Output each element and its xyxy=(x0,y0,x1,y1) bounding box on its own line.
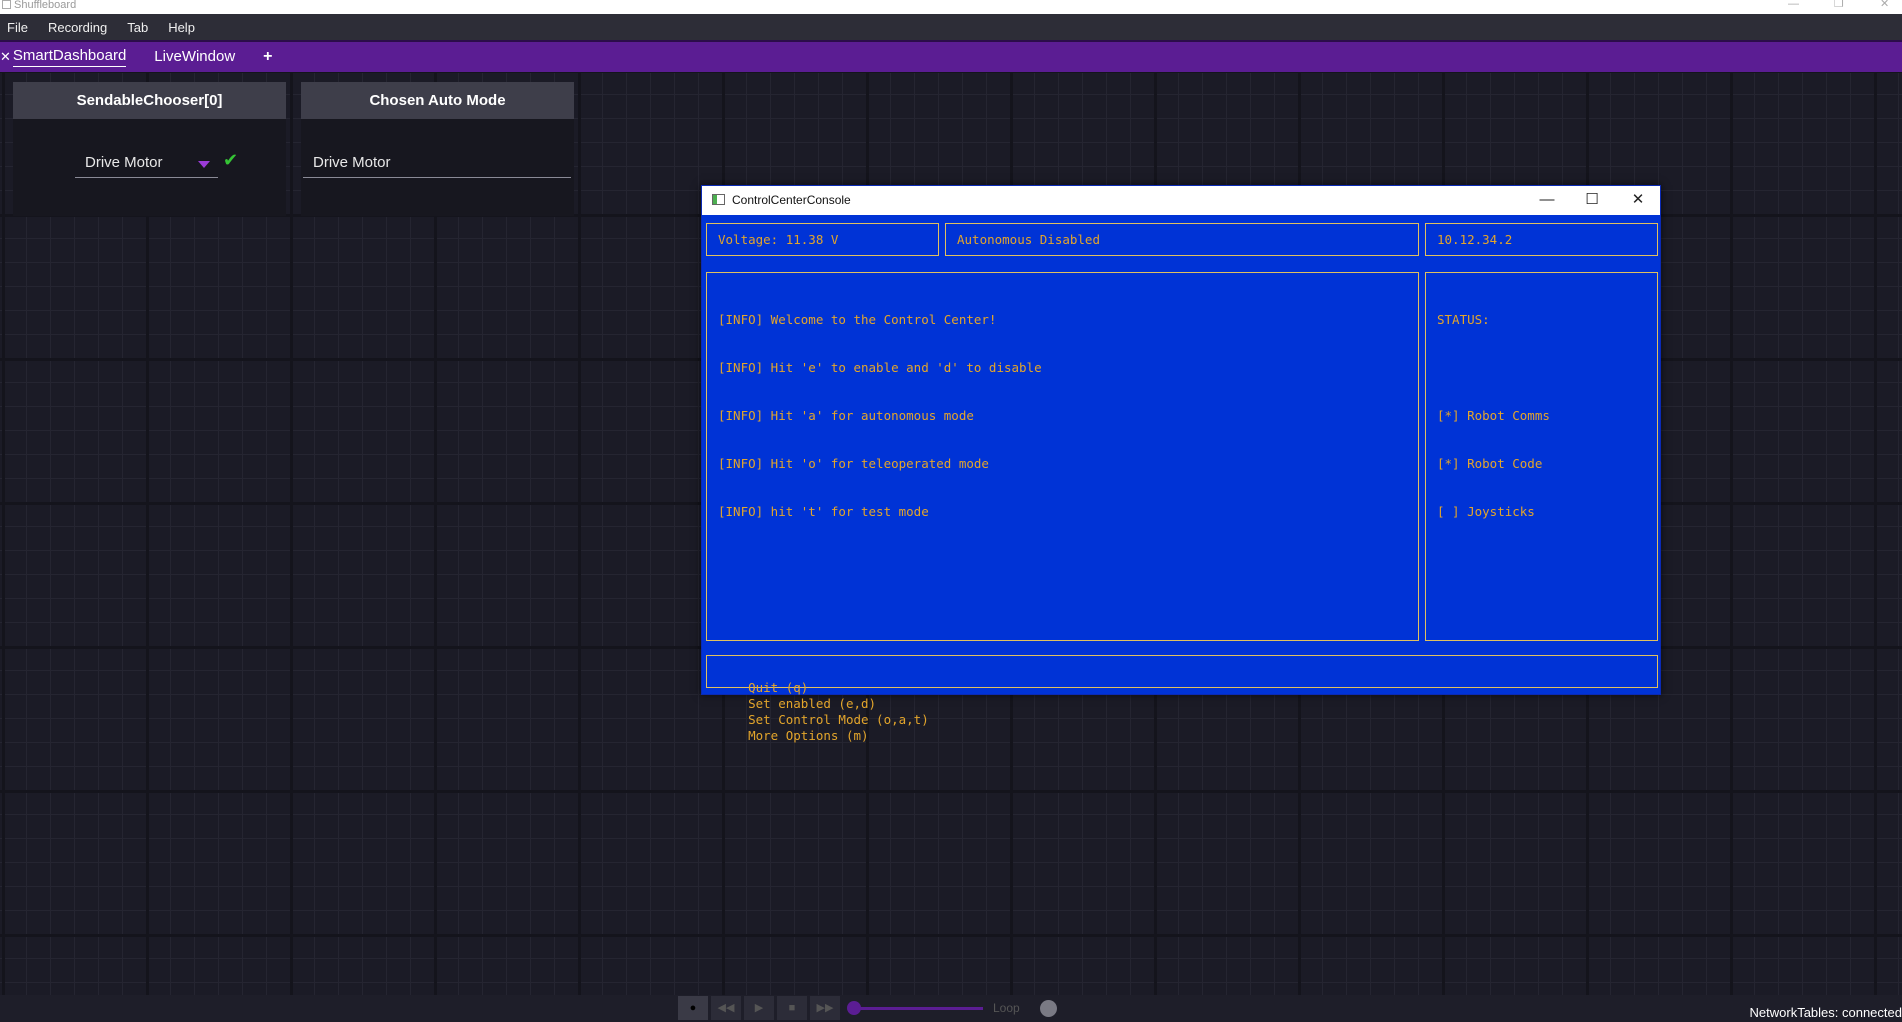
record-icon[interactable]: ● xyxy=(678,996,708,1020)
status-heading: STATUS: xyxy=(1437,312,1490,327)
loop-label: Loop xyxy=(993,1001,1020,1015)
log-line: [INFO] Hit 'o' for teleoperated mode xyxy=(718,456,989,471)
robot-ip-address: 10.12.34.2 xyxy=(1425,223,1658,256)
menu-file[interactable]: File xyxy=(7,20,28,35)
app-icon xyxy=(2,0,11,9)
close-icon[interactable]: ✕ xyxy=(1880,0,1889,10)
widget-title: SendableChooser[0] xyxy=(13,82,286,119)
log-line: [INFO] Hit 'a' for autonomous mode xyxy=(718,408,974,423)
fast-forward-icon[interactable]: ▶▶ xyxy=(810,996,840,1020)
auto-mode-dropdown[interactable]: Drive Motor xyxy=(75,152,218,178)
dropdown-caret-icon xyxy=(198,161,210,168)
status-panel: STATUS: [*] Robot Comms [*] Robot Code [… xyxy=(1425,272,1658,641)
checkmark-icon: ✔ xyxy=(223,150,239,170)
sendable-chooser-widget[interactable]: SendableChooser[0] Drive Motor ✔ xyxy=(13,82,286,216)
log-line: [INFO] Welcome to the Control Center! xyxy=(718,312,997,327)
app-titlebar: Shuffleboard — ❐ ✕ xyxy=(0,0,1902,14)
playback-slider-track[interactable] xyxy=(853,1007,983,1010)
tab-smartdashboard[interactable]: SmartDashboard xyxy=(12,47,127,67)
tab-bar: ✕ SmartDashboard LiveWindow + xyxy=(0,40,1902,72)
app-title: Shuffleboard xyxy=(14,0,77,11)
networktables-status: NetworkTables: connected xyxy=(1749,1005,1902,1020)
more-options-command[interactable]: More Options (m) xyxy=(748,728,868,743)
recording-playback-controls: ● ◀◀ ▶ ■ ▶▶ Loop xyxy=(678,995,1058,1022)
minimize-icon[interactable]: — xyxy=(1788,0,1799,10)
set-enabled-command[interactable]: Set enabled (e,d) xyxy=(748,696,876,711)
stop-icon[interactable]: ■ xyxy=(777,996,807,1020)
status-robot-code: [*] Robot Code xyxy=(1437,456,1543,471)
loop-toggle[interactable] xyxy=(1040,1000,1057,1017)
console-minimize-icon[interactable]: — xyxy=(1527,188,1567,212)
set-control-mode-command[interactable]: Set Control Mode (o,a,t) xyxy=(748,712,929,727)
chosen-auto-mode-value: Drive Motor xyxy=(303,152,571,178)
menu-tab[interactable]: Tab xyxy=(127,20,148,35)
restore-icon[interactable]: ❐ xyxy=(1834,0,1844,10)
robot-mode-status: Autonomous Disabled xyxy=(945,223,1419,256)
add-tab-button[interactable]: + xyxy=(263,48,272,66)
menu-bar: File Recording Tab Help xyxy=(0,14,1902,40)
playback-slider-knob[interactable] xyxy=(847,1001,861,1015)
console-command-bar: Quit (q) Set enabled (e,d) Set Control M… xyxy=(706,655,1658,743)
console-title: ControlCenterConsole xyxy=(732,193,851,207)
log-line: [INFO] Hit 'e' to enable and 'd' to disa… xyxy=(718,360,1042,375)
console-log: [INFO] Welcome to the Control Center! [I… xyxy=(706,272,1419,641)
control-center-console-window[interactable]: ControlCenterConsole — ☐ ✕ Voltage: 11.3… xyxy=(701,185,1661,743)
tab-close-icon[interactable]: ✕ xyxy=(0,49,11,65)
log-line: [INFO] hit 't' for test mode xyxy=(718,504,929,519)
status-joysticks: [ ] Joysticks xyxy=(1437,504,1535,519)
console-app-icon xyxy=(712,194,725,205)
quit-command[interactable]: Quit (q) xyxy=(748,680,808,695)
dropdown-selected-value: Drive Motor xyxy=(85,154,163,171)
play-icon[interactable]: ▶ xyxy=(744,996,774,1020)
status-robot-comms: [*] Robot Comms xyxy=(1437,408,1550,423)
console-maximize-icon[interactable]: ☐ xyxy=(1572,188,1612,212)
bottom-status-bar: ● ◀◀ ▶ ■ ▶▶ Loop NetworkTables: connecte… xyxy=(0,995,1902,1022)
menu-help[interactable]: Help xyxy=(168,20,195,35)
widget-title: Chosen Auto Mode xyxy=(301,82,574,119)
voltage-readout: Voltage: 11.38 V xyxy=(706,223,939,256)
console-close-icon[interactable]: ✕ xyxy=(1618,188,1658,212)
menu-recording[interactable]: Recording xyxy=(48,20,107,35)
rewind-icon[interactable]: ◀◀ xyxy=(711,996,741,1020)
tab-livewindow[interactable]: LiveWindow xyxy=(154,48,235,67)
chosen-auto-mode-widget[interactable]: Chosen Auto Mode Drive Motor xyxy=(301,82,574,216)
console-titlebar[interactable]: ControlCenterConsole — ☐ ✕ xyxy=(702,186,1660,215)
